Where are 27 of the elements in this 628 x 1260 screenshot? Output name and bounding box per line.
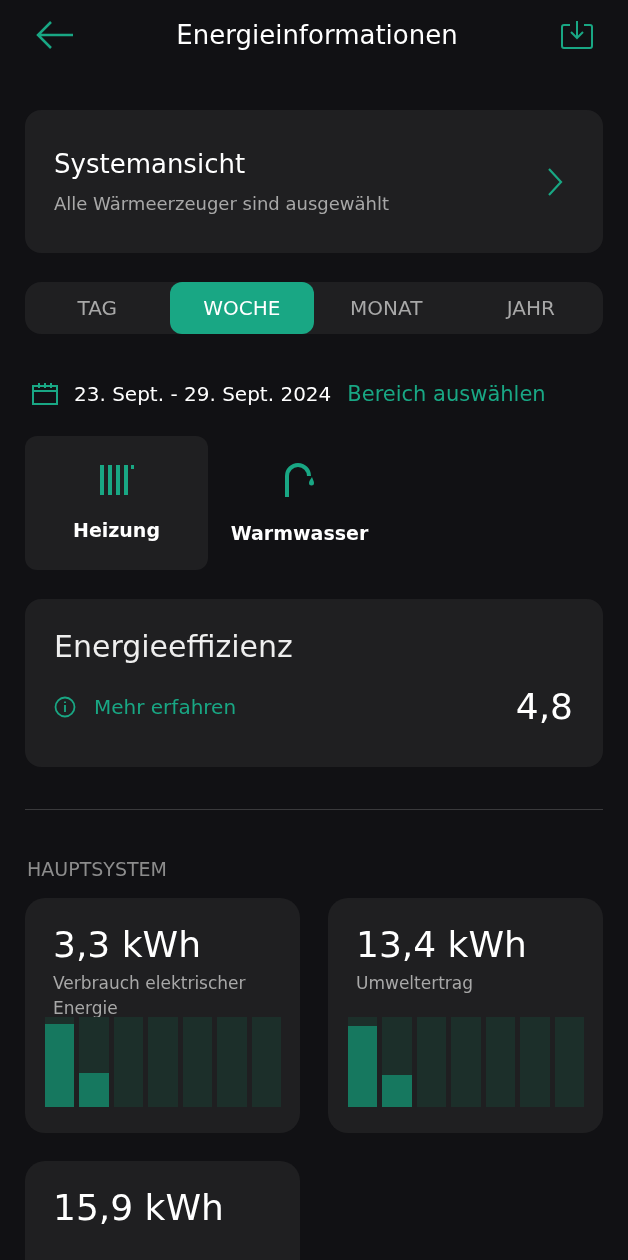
info-icon — [54, 695, 76, 718]
category-tile[interactable]: Heizung — [25, 436, 208, 570]
chevron-right-icon — [547, 166, 563, 197]
metric-value: 15,9 kWh — [53, 1187, 225, 1228]
category-tile[interactable]: Warmwasser — [208, 436, 391, 570]
period-tab[interactable]: JAHR — [458, 282, 603, 334]
download-icon[interactable] — [560, 20, 594, 50]
section-title: HAUPTSYSTEM — [27, 858, 168, 880]
radiator-icon — [99, 465, 134, 495]
metric-value: 3,3 kWh — [53, 924, 202, 965]
card-subtitle: Alle Wärmeerzeuger sind ausgewählt — [54, 193, 389, 214]
efficiency-value: 4,8 — [515, 686, 573, 727]
back-icon[interactable] — [36, 20, 74, 50]
system-view-card[interactable]: Systemansicht Alle Wärmeerzeuger sind ausgewählt — [25, 110, 603, 253]
card-title: Systemansicht — [54, 149, 247, 179]
metric-label: Umweltertrag — [356, 972, 475, 995]
metric-label: Verbrauch elektrischer Energie — [53, 972, 247, 1017]
calendar-icon — [32, 383, 58, 405]
screen-title: Energieinformationen — [176, 20, 458, 50]
faucet-icon — [283, 462, 316, 498]
date-range: 23. Sept. - 29. Sept. 2024 — [74, 382, 332, 406]
learn-more-link[interactable]: Mehr erfahren — [54, 694, 237, 719]
card-title: Energieeffizienz — [54, 629, 294, 664]
period-tab[interactable]: MONAT — [314, 282, 459, 334]
metric-value: 13,4 kWh — [356, 924, 528, 965]
select-range-link[interactable]: Bereich auswählen — [347, 382, 546, 406]
period-tab[interactable]: TAG — [25, 282, 170, 334]
